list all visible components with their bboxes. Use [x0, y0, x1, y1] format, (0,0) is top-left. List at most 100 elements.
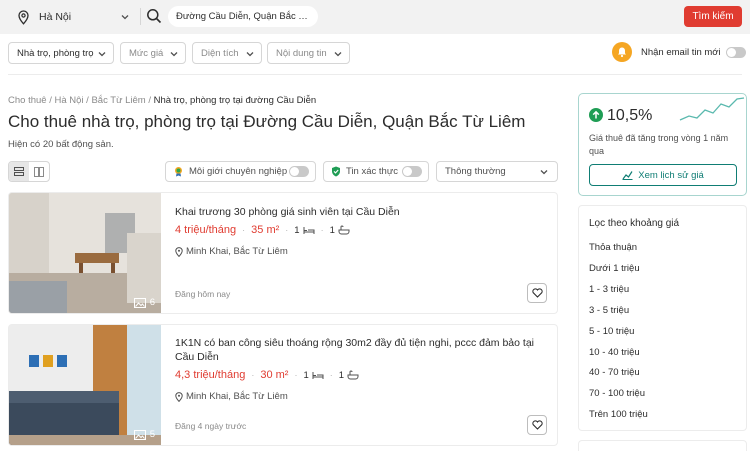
location-pin-icon: [175, 391, 183, 402]
price-range-option[interactable]: 1 - 3 triệu: [589, 284, 629, 295]
chevron-down-icon: [246, 52, 254, 57]
price-trend-card: 10,5% Giá thuê đã tăng trong vòng 1 năm …: [578, 93, 747, 196]
listing-location-text: Minh Khai, Bắc Từ Liêm: [186, 246, 288, 257]
listing-card[interactable]: 6 Khai trương 30 phòng giá sinh viên tại…: [8, 192, 558, 314]
heart-icon: [531, 288, 543, 298]
result-count: Hiện có 20 bất động sản.: [8, 139, 114, 150]
listing-price: 4 triệu/tháng: [175, 224, 237, 236]
search-input[interactable]: Đường Cầu Diễn, Quận Bắc Từ …: [168, 6, 318, 27]
location-pin-icon: [18, 9, 29, 25]
grid-view-button[interactable]: [29, 162, 49, 181]
bathroom-count: 1: [339, 370, 359, 381]
listing-location: Minh Khai, Bắc Từ Liêm: [175, 246, 288, 257]
listing-meta: 4 triệu/tháng · 35 m² · 1 · 1: [175, 224, 350, 236]
price-filter[interactable]: Mức giá: [120, 42, 186, 64]
email-alert-label: Nhận email tin mới: [641, 47, 721, 58]
breadcrumb-item[interactable]: Hà Nội: [54, 95, 83, 106]
price-history-label: Xem lịch sử giá: [638, 169, 704, 181]
photo-count-value: 6: [149, 297, 155, 308]
image-icon: [133, 297, 146, 308]
bedroom-count: 1: [294, 225, 315, 236]
broker-toggle[interactable]: [289, 166, 309, 177]
property-type-filter[interactable]: Nhà trọ, phòng trọ: [8, 42, 114, 64]
view-mode-toggle: [8, 161, 50, 182]
verified-shield-icon: [332, 166, 340, 177]
chevron-down-icon: [170, 52, 178, 57]
bedroom-count: 1: [303, 369, 324, 381]
posted-date: Đăng 4 ngày trước: [175, 421, 247, 431]
trend-description: Giá thuê đã tăng trong vòng 1 năm qua: [589, 133, 729, 156]
price-range-option[interactable]: 3 - 5 triệu: [589, 305, 629, 316]
room-photo-illustration: [9, 325, 161, 445]
bed-icon: [312, 371, 324, 379]
photo-count-value: 5: [149, 429, 155, 440]
page-title: Cho thuê nhà trọ, phòng trọ tại Đường Cầ…: [8, 112, 526, 131]
price-range-option[interactable]: 5 - 10 triệu: [589, 326, 634, 337]
sort-select[interactable]: Thông thường: [436, 161, 558, 182]
posted-date: Đăng hôm nay: [175, 289, 231, 299]
bathroom-count: 1: [330, 225, 350, 236]
arrow-up-icon: [589, 108, 603, 122]
separator-dot: ·: [285, 225, 289, 235]
listing-card[interactable]: 5 1K1N có ban công siêu thoáng rộng 30m2…: [8, 324, 558, 446]
price-range-option[interactable]: Thỏa thuận: [589, 242, 637, 253]
save-listing-button[interactable]: [527, 283, 547, 303]
content-filter[interactable]: Nội dung tin: [267, 42, 350, 64]
area-filter[interactable]: Diện tích: [192, 42, 262, 64]
photo-count: 6: [133, 297, 155, 308]
chevron-down-icon: [334, 52, 342, 57]
divider: [8, 74, 742, 75]
breadcrumb-separator: /: [49, 95, 52, 106]
breadcrumb-item[interactable]: Bắc Từ Liêm: [91, 95, 145, 106]
list-view-icon: [14, 167, 24, 176]
broker-badge-icon: [175, 167, 182, 177]
breadcrumb-separator: /: [86, 95, 89, 106]
bathroom-value: 1: [338, 369, 345, 381]
verified-filter-chip[interactable]: Tin xác thực: [323, 161, 429, 182]
verified-toggle[interactable]: [402, 166, 422, 177]
listing-area: 35 m²: [251, 224, 280, 236]
breadcrumb-current: Nhà trọ, phòng trọ tại đường Cầu Diễn: [153, 95, 317, 106]
property-type-label: Nhà trọ, phòng trọ: [17, 47, 94, 59]
search-button[interactable]: Tìm kiếm: [684, 6, 742, 27]
save-listing-button[interactable]: [527, 415, 547, 435]
price-history-button[interactable]: Xem lịch sử giá: [589, 164, 737, 186]
location-pin-icon: [175, 246, 183, 257]
photo-count: 5: [133, 429, 155, 440]
broker-filter-chip[interactable]: Môi giới chuyên nghiệp: [165, 161, 316, 182]
listing-price: 4,3 triệu/tháng: [175, 369, 246, 381]
chart-line-icon: [622, 171, 633, 180]
price-range-title: Lọc theo khoảng giá: [589, 218, 680, 229]
listing-photo[interactable]: 5: [9, 325, 161, 445]
breadcrumb-separator: /: [148, 95, 151, 106]
price-range-option[interactable]: Dưới 1 triệu: [589, 263, 640, 274]
separator-dot: ·: [329, 370, 333, 380]
divider: [140, 8, 141, 25]
location-select[interactable]: Hà Nội: [8, 5, 136, 29]
breadcrumb-item[interactable]: Cho thuê: [8, 95, 47, 106]
verified-filter-label: Tin xác thực: [346, 166, 398, 177]
price-range-option[interactable]: 10 - 40 triệu: [589, 347, 640, 358]
bedroom-value: 1: [303, 369, 309, 381]
bathtub-icon: [338, 225, 350, 235]
location-label: Hà Nội: [39, 11, 72, 23]
listing-meta: 4,3 triệu/tháng · 30 m² · 1 · 1: [175, 369, 359, 381]
grid-view-icon: [34, 166, 44, 177]
chevron-down-icon: [98, 52, 106, 57]
separator-dot: ·: [320, 225, 324, 235]
listing-title[interactable]: 1K1N có ban công siêu thoáng rộng 30m2 đ…: [175, 336, 545, 364]
broker-filter-label: Môi giới chuyên nghiệp: [189, 166, 288, 177]
price-filter-label: Mức giá: [129, 47, 164, 59]
sort-label: Thông thường: [445, 166, 506, 177]
price-range-option[interactable]: Trên 100 triệu: [589, 409, 648, 420]
listing-area: 30 m²: [260, 369, 289, 381]
image-icon: [133, 429, 146, 440]
heart-icon: [531, 420, 543, 430]
listing-title[interactable]: Khai trương 30 phòng giá sinh viên tại C…: [175, 205, 545, 219]
listing-photo[interactable]: 6: [9, 193, 161, 313]
chevron-down-icon: [121, 15, 129, 20]
list-view-button[interactable]: [9, 162, 29, 181]
price-range-option[interactable]: 40 - 70 triệu: [589, 367, 640, 378]
price-range-option[interactable]: 70 - 100 triệu: [589, 388, 645, 399]
email-alert-toggle[interactable]: [726, 47, 746, 58]
